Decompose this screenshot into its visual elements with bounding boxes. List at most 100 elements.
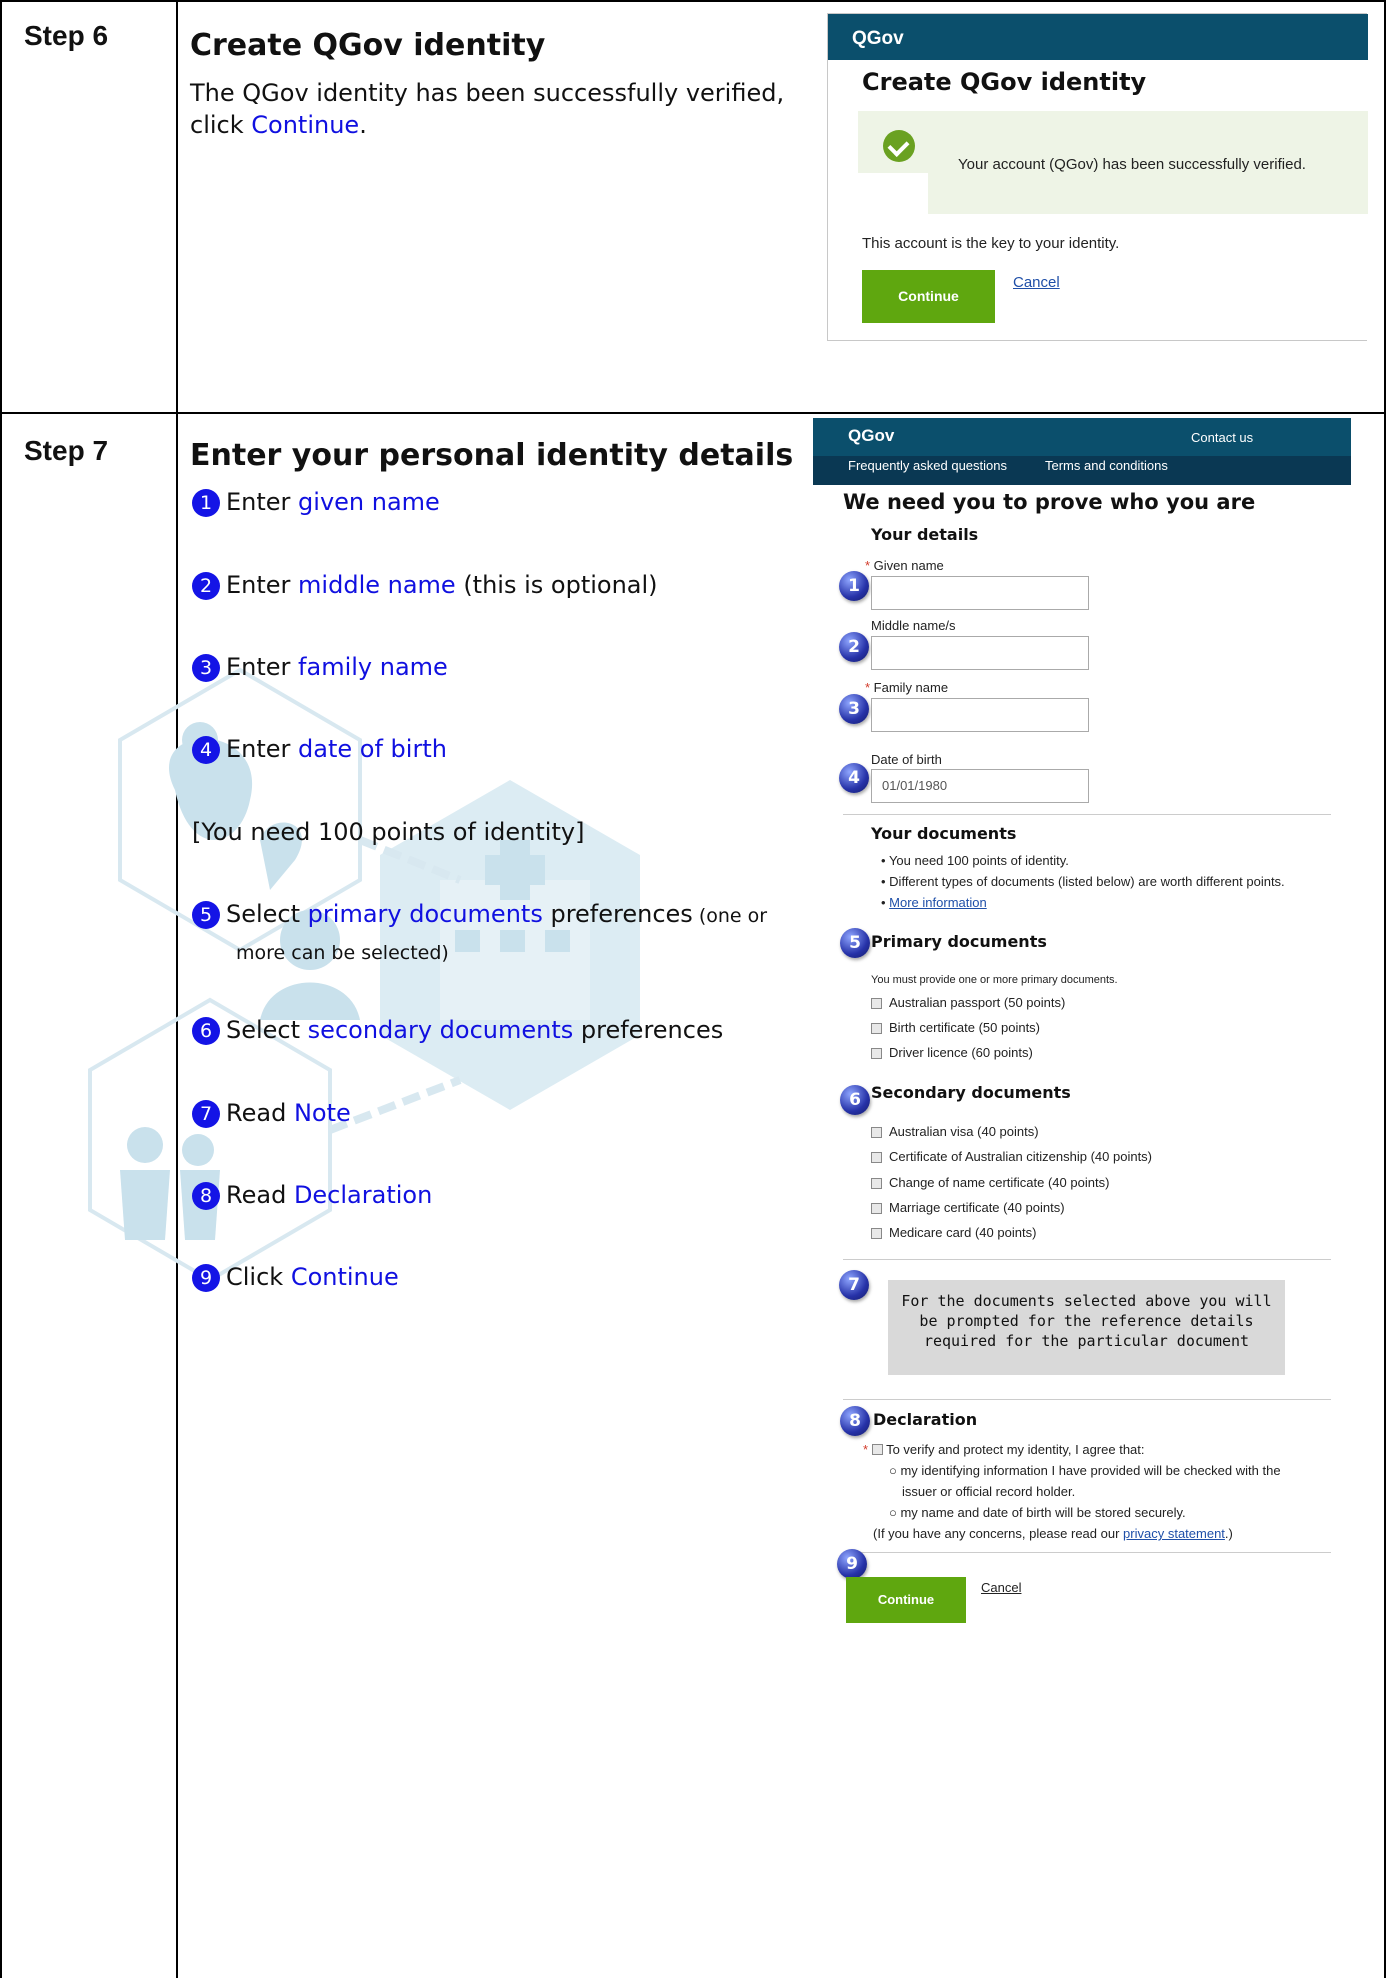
note-line: be prompted for the reference details xyxy=(919,1312,1254,1330)
checkbox[interactable] xyxy=(871,1228,882,1239)
step-7-title: Enter your personal identity details xyxy=(190,438,794,473)
declaration-item: ○ my name and date of birth will be stor… xyxy=(889,1505,1186,1520)
privacy-statement-link[interactable]: privacy statement xyxy=(1123,1526,1225,1541)
instruction-7: 7 Read Note xyxy=(192,1097,351,1129)
instruction-link: primary documents xyxy=(307,900,543,928)
continue-button[interactable]: Continue xyxy=(862,270,995,323)
step-7-screenshot: QGov Contact us Frequently asked questio… xyxy=(813,418,1351,1628)
instruction-text: Click xyxy=(226,1263,291,1291)
contact-link[interactable]: Contact us xyxy=(1191,430,1253,445)
doc-bullet-text: You need 100 points of identity. xyxy=(888,853,1069,868)
declaration-item-continued: issuer or official record holder. xyxy=(902,1484,1076,1499)
note-box: For the documents selected above you wil… xyxy=(888,1280,1285,1375)
instruction-text: Read xyxy=(226,1099,294,1127)
secondary-doc-label: Marriage certificate (40 points) xyxy=(889,1200,1065,1215)
step-6-label: Step 6 xyxy=(24,20,109,51)
instruction-link: date of birth xyxy=(298,735,447,763)
table-border-top xyxy=(0,0,1386,2)
checkbox[interactable] xyxy=(871,998,882,1009)
instruction-text: Enter xyxy=(226,653,299,681)
secondary-doc-label: Certificate of Australian citizenship (4… xyxy=(889,1149,1153,1164)
checkbox[interactable] xyxy=(871,1178,882,1189)
family-name-label: * Family name xyxy=(865,680,949,695)
shot-title: Create QGov identity xyxy=(862,68,1147,96)
instruction-text: Enter xyxy=(226,488,299,516)
step-6-description-line1: The QGov identity has been successfully … xyxy=(190,79,785,107)
form-heading: We need you to prove who you are xyxy=(843,490,1256,514)
secondary-doc-label: Medicare card (40 points) xyxy=(889,1225,1037,1240)
more-information-link[interactable]: More information xyxy=(889,895,987,910)
number-ball-6: 6 xyxy=(840,1085,870,1115)
declaration-item-text: my identifying information I have provid… xyxy=(900,1463,1281,1478)
declaration-item-text: my name and date of birth will be stored… xyxy=(900,1505,1186,1520)
qgov-brand: QGov xyxy=(852,28,904,49)
divider xyxy=(843,814,1331,815)
step-6-description-line2: click Continue. xyxy=(190,109,784,141)
privacy-note-text: (If you have any concerns, please read o… xyxy=(873,1526,1124,1541)
primary-doc-label: Australian passport (50 points) xyxy=(889,995,1066,1010)
middle-name-input[interactable] xyxy=(871,636,1089,670)
declaration-checkbox[interactable] xyxy=(871,1444,883,1455)
number-badge: 9 xyxy=(192,1264,220,1292)
secondary-documents-heading: Secondary documents xyxy=(871,1083,1071,1102)
qgov-brand: QGov xyxy=(848,426,895,445)
note-line: required for the particular document xyxy=(923,1332,1250,1350)
dob-input[interactable]: 01/01/1980 xyxy=(871,769,1089,803)
number-ball-3: 3 xyxy=(839,694,869,724)
cancel-link[interactable]: Cancel xyxy=(1013,274,1060,291)
continue-button[interactable]: Continue xyxy=(846,1577,966,1623)
instruction-text: Select xyxy=(226,900,308,928)
divider xyxy=(843,1259,1331,1260)
checkbox[interactable] xyxy=(871,1152,882,1163)
step-6-click-text: click xyxy=(190,111,252,139)
divider xyxy=(843,1399,1331,1400)
number-ball-7: 7 xyxy=(839,1270,869,1300)
declaration-heading: Declaration xyxy=(873,1410,978,1429)
step-6-title: Create QGov identity xyxy=(190,28,546,63)
instruction-text: Select xyxy=(226,1016,308,1044)
instruction-link: Note xyxy=(293,1099,351,1127)
step-6-period: . xyxy=(359,111,367,139)
given-name-label-text: Given name xyxy=(873,558,944,573)
instruction-3: 3 Enter family name xyxy=(192,651,448,683)
faq-link[interactable]: Frequently asked questions xyxy=(848,458,1007,473)
number-badge: 2 xyxy=(192,572,220,600)
declaration-item: ○ my identifying information I have prov… xyxy=(889,1463,1281,1478)
secondary-doc-label: Change of name certificate (40 points) xyxy=(889,1175,1110,1190)
checkbox[interactable] xyxy=(871,1127,882,1138)
qgov-header: QGov xyxy=(828,14,1368,60)
check-icon xyxy=(883,130,915,162)
instruction-link: middle name xyxy=(298,571,456,599)
number-badge: 1 xyxy=(192,489,220,517)
checkbox[interactable] xyxy=(871,1203,882,1214)
instruction-suffix: preferences xyxy=(573,1016,724,1044)
note-line: For the documents selected above you wil… xyxy=(901,1292,1272,1310)
number-badge: 6 xyxy=(192,1017,220,1045)
terms-link[interactable]: Terms and conditions xyxy=(1045,458,1168,473)
number-badge: 7 xyxy=(192,1100,220,1128)
instruction-text: Enter xyxy=(226,735,299,763)
instruction-text: Enter xyxy=(226,571,299,599)
divider xyxy=(843,1552,1331,1553)
instruction-4: 4 Enter date of birth xyxy=(192,733,447,765)
checkbox[interactable] xyxy=(871,1048,882,1059)
number-ball-4: 4 xyxy=(839,763,869,793)
step-6-description: The QGov identity has been successfully … xyxy=(190,77,784,141)
instruction-1: 1 Enter given name xyxy=(192,486,440,518)
instruction-link: secondary documents xyxy=(307,1016,574,1044)
number-badge: 3 xyxy=(192,654,220,682)
checkbox[interactable] xyxy=(871,1023,882,1034)
number-badge: 8 xyxy=(192,1182,220,1210)
key-text: This account is the key to your identity… xyxy=(862,235,1120,252)
cancel-link[interactable]: Cancel xyxy=(981,1580,1021,1595)
doc-bullet: • Different types of documents (listed b… xyxy=(881,874,1285,889)
instruction-link: Declaration xyxy=(293,1181,433,1209)
number-ball-9: 9 xyxy=(837,1549,867,1579)
table-row-divider xyxy=(0,412,1386,414)
privacy-note: (If you have any concerns, please read o… xyxy=(873,1526,1233,1541)
number-ball-1: 1 xyxy=(839,571,869,601)
given-name-input[interactable] xyxy=(871,576,1089,610)
family-name-input[interactable] xyxy=(871,698,1089,732)
step-6-screenshot: QGov Create QGov identity Your account (… xyxy=(827,13,1368,341)
declaration-agree-text: To verify and protect my identity, I agr… xyxy=(886,1442,1145,1457)
